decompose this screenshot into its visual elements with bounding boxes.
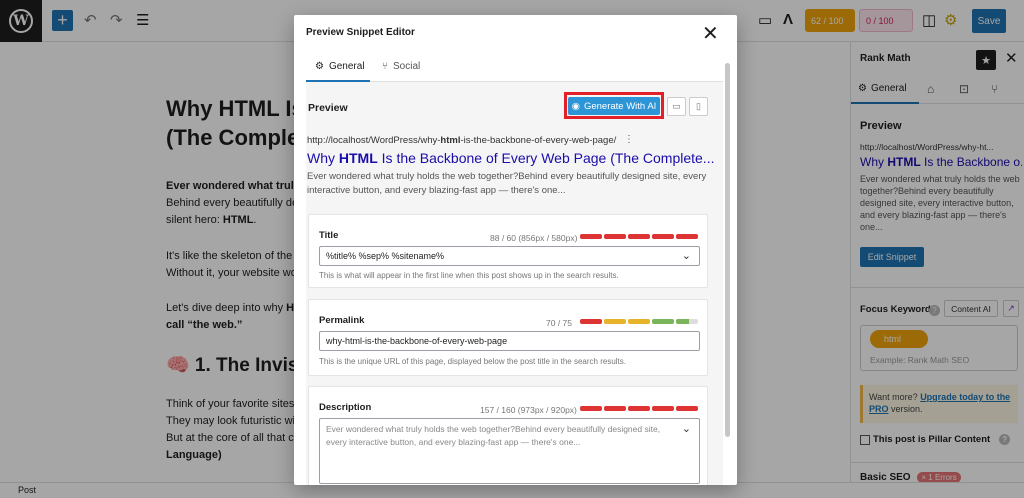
tab-general-label: General: [328, 61, 365, 72]
preview-description: Ever wondered what truly holds the web t…: [307, 171, 707, 196]
modal-scrollbar[interactable]: [725, 63, 730, 437]
chevron-down-icon[interactable]: ⌄: [682, 249, 691, 262]
permalink-length-bar: [580, 319, 698, 324]
highlight-frame: [564, 92, 664, 119]
tab-social-label: Social: [393, 61, 421, 72]
mobile-preview-button[interactable]: ▯: [689, 97, 708, 116]
title-input-value: %title% %sep% %sitename%: [326, 251, 445, 261]
title-hint: This is what will appear in the first li…: [319, 271, 619, 280]
tab-social[interactable]: ⑂ Social: [382, 61, 420, 72]
title-field-label: Title: [319, 230, 339, 241]
title-length-counter: 88 / 60 (856px / 580px): [490, 233, 578, 243]
permalink-field-label: Permalink: [319, 315, 365, 326]
permalink-hint: This is the unique URL of this page, dis…: [319, 357, 626, 366]
close-icon[interactable]: ✕: [702, 21, 719, 46]
tab-general[interactable]: ⚙ General: [315, 61, 365, 72]
chevron-down-icon[interactable]: ⌄: [682, 423, 691, 436]
modal-content: Preview ◉ Generate With AI ▭ ▯ http://lo…: [306, 82, 723, 485]
permalink-field-card: Permalink 70 / 75 why-html-is-the-backbo…: [308, 299, 708, 376]
description-length-counter: 157 / 160 (973px / 920px): [480, 405, 577, 415]
desktop-preview-button[interactable]: ▭: [667, 97, 686, 116]
description-field-label: Description: [319, 402, 372, 413]
permalink-input[interactable]: why-html-is-the-backbone-of-every-web-pa…: [319, 331, 700, 351]
mobile-icon: ▯: [696, 101, 701, 111]
permalink-length-counter: 70 / 75: [546, 318, 572, 328]
description-length-bar: [580, 406, 698, 411]
desktop-icon: ▭: [672, 101, 681, 111]
description-textarea-value: Ever wondered what truly holds the web t…: [326, 424, 661, 447]
social-icon: ⑂: [382, 61, 388, 72]
title-field-card: Title 88 / 60 (856px / 580px) %title% %s…: [308, 214, 708, 288]
description-textarea[interactable]: Ever wondered what truly holds the web t…: [319, 418, 700, 484]
description-field-card: Description 157 / 160 (973px / 920px) Ev…: [308, 386, 708, 485]
title-input[interactable]: %title% %sep% %sitename% ⌄: [319, 246, 700, 266]
url-menu-icon[interactable]: ⋮: [624, 134, 634, 145]
permalink-input-value: why-html-is-the-backbone-of-every-web-pa…: [326, 336, 508, 346]
preview-heading: Preview: [308, 102, 348, 114]
modal-tabs: ⚙ General ⑂ Social: [306, 55, 723, 82]
modal-title: Preview Snippet Editor: [306, 27, 415, 38]
preview-title-link[interactable]: Why HTML Is the Backbone of Every Web Pa…: [307, 150, 714, 166]
gear-icon: ⚙: [315, 61, 324, 72]
title-length-bar: [580, 234, 698, 239]
preview-url: http://localhost/WordPress/why-html-is-t…: [307, 135, 617, 146]
preview-snippet-editor-modal: Preview Snippet Editor ✕ ⚙ General ⑂ Soc…: [294, 15, 737, 485]
